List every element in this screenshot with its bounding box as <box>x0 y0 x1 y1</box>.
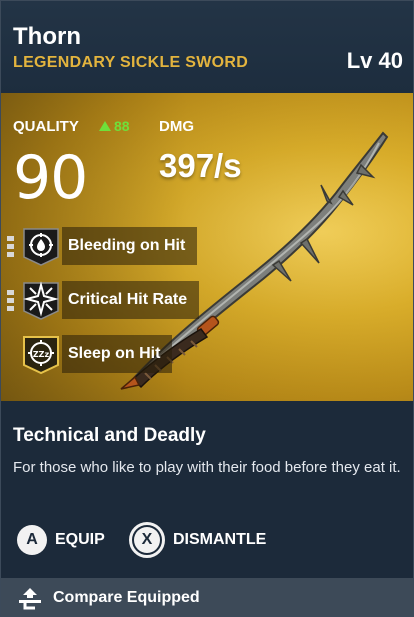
equip-label: EQUIP <box>55 531 105 548</box>
x-button-icon: X <box>129 522 165 558</box>
tier-pip <box>7 352 14 357</box>
perk-label: Sleep on Hit <box>62 335 173 373</box>
compare-equipped-bar[interactable]: Compare Equipped <box>1 578 413 616</box>
perk-tier-pips <box>7 235 17 257</box>
svg-text:ZZz: ZZz <box>33 350 50 359</box>
tier-pip <box>7 243 14 249</box>
tier-pip <box>7 305 14 311</box>
tier-pip <box>7 297 14 303</box>
description-text: For those who like to play with their fo… <box>13 459 401 476</box>
item-card: Thorn LEGENDARY SICKLE SWORD Lv 40 QUALI… <box>0 0 414 617</box>
quality-delta: 88 <box>99 118 130 134</box>
dmg-label: DMG <box>159 118 194 135</box>
item-header: Thorn LEGENDARY SICKLE SWORD Lv 40 <box>1 1 413 93</box>
perk-tier-pips <box>7 352 17 357</box>
x-button-glyph: X <box>134 527 160 553</box>
quality-label: QUALITY <box>13 118 79 135</box>
perk-sleep-on-hit[interactable]: ZZz Sleep on Hit <box>7 333 173 375</box>
item-type: LEGENDARY SICKLE SWORD <box>13 54 249 71</box>
tier-pip <box>7 251 14 257</box>
quality-delta-value: 88 <box>114 118 130 134</box>
description-title: Technical and Deadly <box>13 425 206 446</box>
sleep-target-icon: ZZz <box>23 336 59 375</box>
perk-label: Bleeding on Hit <box>62 227 198 265</box>
blood-drop-target-icon <box>23 228 59 266</box>
increase-arrow-icon <box>99 121 111 131</box>
tier-pip <box>7 289 14 295</box>
dismantle-button[interactable]: X DISMANTLE <box>129 522 267 558</box>
tier-pip <box>7 235 14 241</box>
item-level: Lv 40 <box>346 48 403 73</box>
critical-burst-icon <box>23 281 59 320</box>
compare-arrow-icon <box>19 588 41 610</box>
perk-tier-pips <box>7 289 17 311</box>
dismantle-label: DISMANTLE <box>173 531 267 548</box>
perk-critical-hit-rate[interactable]: Critical Hit Rate <box>7 279 200 321</box>
compare-equipped-label: Compare Equipped <box>53 589 200 606</box>
equip-button[interactable]: A EQUIP <box>17 523 105 557</box>
perk-bleeding-on-hit[interactable]: Bleeding on Hit <box>7 225 198 267</box>
item-name: Thorn <box>13 23 81 50</box>
quality-value: 90 <box>13 143 88 213</box>
perk-label: Critical Hit Rate <box>62 281 200 319</box>
a-button-icon: A <box>17 525 47 555</box>
dmg-value: 397/s <box>159 147 242 184</box>
